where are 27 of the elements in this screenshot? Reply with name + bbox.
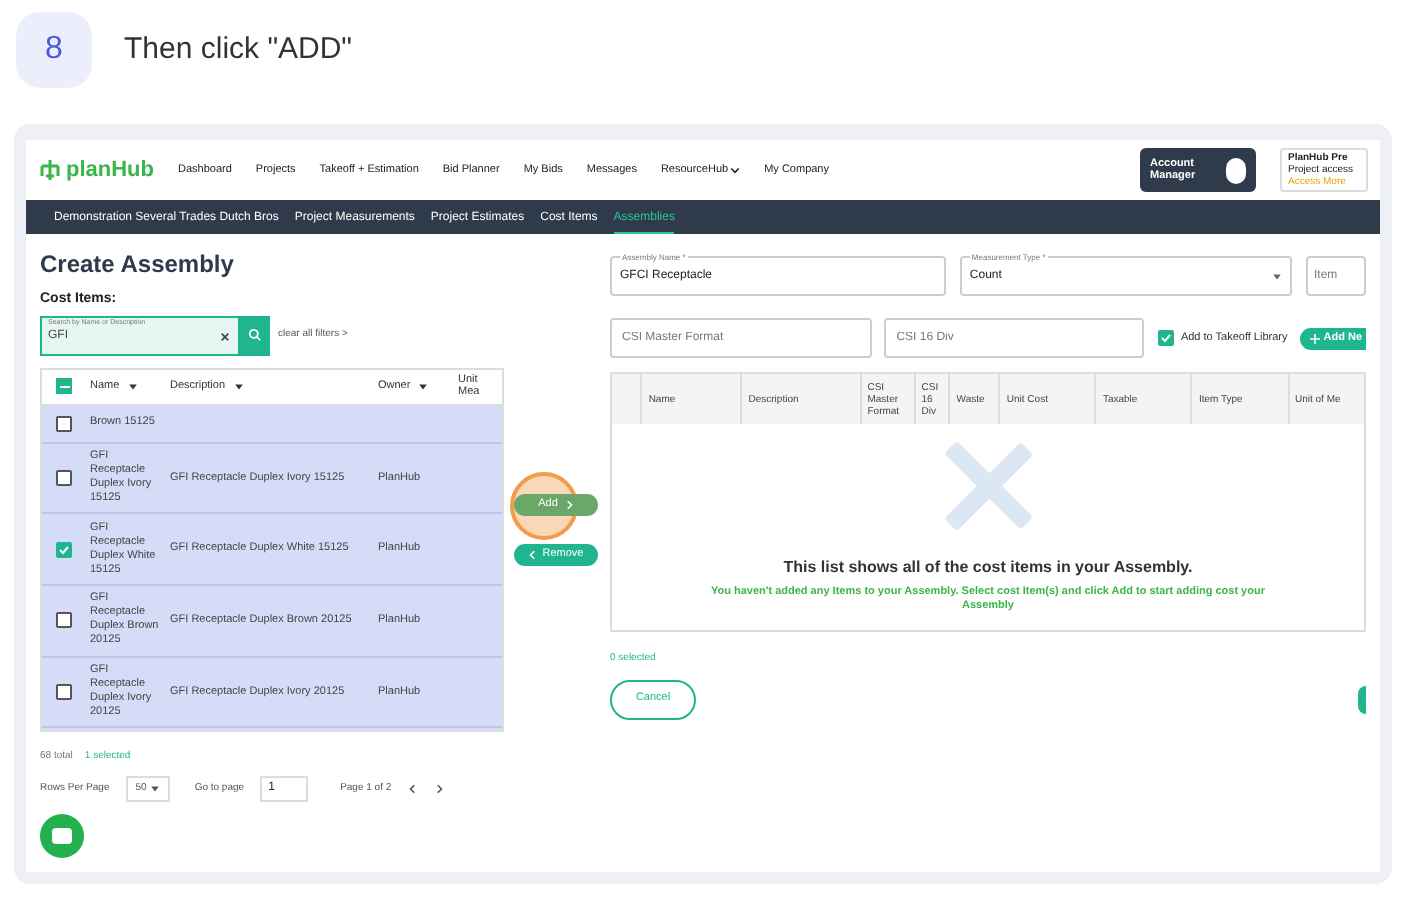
search-button[interactable] bbox=[240, 315, 270, 355]
checkbox[interactable] bbox=[56, 684, 72, 701]
checkbox[interactable] bbox=[1158, 330, 1175, 346]
logo-text: planHub bbox=[66, 155, 154, 186]
dropdown-icon[interactable] bbox=[150, 784, 161, 794]
checkbox[interactable] bbox=[56, 470, 72, 487]
checkbox[interactable] bbox=[56, 415, 72, 432]
plus-icon bbox=[1309, 333, 1320, 343]
step-instruction: Then click "ADD" bbox=[124, 29, 353, 70]
search-icon bbox=[248, 328, 262, 342]
sort-icon[interactable] bbox=[418, 381, 429, 391]
checkbox[interactable] bbox=[56, 541, 72, 558]
step-number: 8 bbox=[16, 12, 92, 88]
chat-icon[interactable] bbox=[40, 814, 84, 858]
dropdown-icon[interactable] bbox=[1272, 271, 1282, 281]
select-all-icon[interactable] bbox=[56, 378, 72, 394]
page-title: Create Assembly bbox=[40, 248, 236, 282]
next-page-icon[interactable] bbox=[433, 784, 444, 794]
sort-icon[interactable] bbox=[127, 381, 138, 391]
chevron-icon[interactable] bbox=[730, 165, 741, 175]
sort-icon[interactable] bbox=[233, 381, 244, 391]
previous-page-icon[interactable] bbox=[407, 784, 418, 794]
avatar-icon bbox=[1226, 157, 1246, 183]
clear-icon[interactable] bbox=[220, 331, 230, 341]
checkbox[interactable] bbox=[56, 612, 72, 629]
empty-state-title: This list shows all of the cost items in your Assembly. bbox=[783, 556, 1193, 580]
logo-icon bbox=[38, 158, 62, 182]
